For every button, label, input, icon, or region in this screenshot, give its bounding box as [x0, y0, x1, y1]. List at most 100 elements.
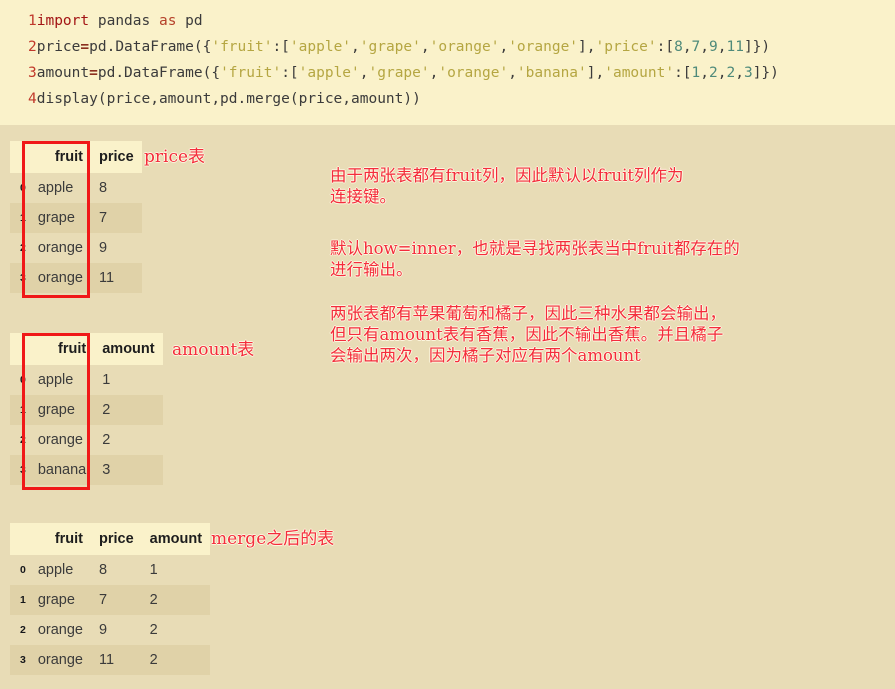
cell-price: 7 — [99, 592, 108, 608]
index-column-header — [10, 333, 30, 365]
code-token: pandas — [89, 13, 159, 29]
cell-price: 9 — [99, 622, 108, 638]
code-token: , — [700, 65, 710, 81]
code-line: 4display(price,amount,pd.merge(price,amo… — [0, 86, 895, 112]
row-index: 3 — [20, 272, 26, 284]
table-row: 3 orange 11 — [10, 263, 142, 293]
code-token: 'fruit' — [220, 65, 282, 81]
merge-dataframe: fruit price amount 0 apple 8 1 1 grape 7 2 2 orange 9… — [10, 523, 211, 675]
cell-fruit: grape — [37, 402, 75, 418]
column-header-fruit: fruit — [29, 141, 91, 173]
cell-fruit: apple — [37, 562, 74, 578]
code-token: 2 — [726, 65, 736, 81]
table-row: 3 banana 3 — [10, 455, 163, 485]
code-line: 2price=pd.DataFrame({'fruit':['apple','g… — [0, 34, 895, 60]
row-index: 3 — [20, 464, 26, 476]
code-token: price — [36, 39, 81, 55]
cell-amount: 1 — [149, 562, 158, 578]
code-token: = — [89, 65, 98, 81]
table-header-row: fruit price — [10, 141, 142, 173]
code-line-number: 1 — [28, 13, 37, 29]
column-header-price: price — [91, 141, 142, 173]
column-header-amount: amount — [94, 333, 163, 365]
table-row: 0 apple 8 1 — [10, 555, 211, 585]
annotation-how-inner: 默认how=inner，也就是寻找两张表当中fruit都存在的 进行输出。 — [330, 239, 740, 279]
merge-table-label: merge之后的表 — [211, 529, 335, 549]
cell-fruit: apple — [37, 372, 74, 388]
index-column-header — [10, 523, 30, 555]
row-index: 1 — [20, 404, 26, 416]
cell-price: 11 — [99, 652, 115, 668]
table-header-row: fruit price amount — [10, 523, 211, 555]
code-token: 2 — [709, 65, 718, 81]
row-index: 2 — [20, 624, 26, 636]
code-token: amount — [36, 65, 90, 81]
code-block[interactable]: 1import pandas as pd 2price=pd.DataFrame(… — [0, 0, 895, 125]
code-token: 'orange' — [438, 65, 509, 81]
row-index: 2 — [20, 242, 26, 254]
code-token: 'price' — [595, 39, 657, 55]
row-index: 1 — [20, 594, 26, 606]
cell-price: 11 — [99, 270, 115, 286]
code-token: ]}) — [752, 65, 779, 81]
code-token: 'grape' — [368, 65, 430, 81]
cell-amount: 1 — [102, 372, 111, 388]
price-dataframe: fruit price 0 apple 8 1 grape 7 2 orange 9 3 orange 1… — [10, 141, 142, 293]
price-table-label: price表 — [144, 147, 206, 167]
code-token: ]}) — [743, 39, 771, 55]
amount-dataframe: fruit amount 0 apple 1 1 grape 2 2 orange 2 3 banana… — [10, 333, 163, 485]
cell-price: 8 — [99, 180, 108, 196]
table-row: 2 orange 9 — [10, 233, 142, 263]
code-token: , — [682, 39, 692, 55]
code-token: ], — [578, 39, 596, 55]
cell-amount: 2 — [149, 652, 158, 668]
cell-amount: 2 — [102, 432, 111, 448]
table-row: 0 apple 8 — [10, 173, 142, 203]
cell-fruit: orange — [37, 622, 83, 638]
merge-table: fruit price amount 0 apple 8 1 1 grape 7 2 2 orange 9… — [10, 523, 211, 675]
code-token: 'apple' — [289, 39, 352, 55]
table-row: 2 orange 9 2 — [10, 615, 211, 645]
code-token: , — [351, 39, 360, 55]
code-token: 'amount' — [604, 65, 675, 81]
amount-table-label: amount表 — [172, 340, 255, 360]
code-token: 'grape' — [359, 39, 421, 55]
cell-amount: 2 — [149, 592, 158, 608]
code-token: :[ — [272, 39, 290, 55]
column-header-fruit: fruit — [29, 523, 91, 555]
code-token: = — [80, 39, 90, 55]
cell-fruit: orange — [37, 652, 83, 668]
cell-price: 9 — [99, 240, 108, 256]
row-index: 0 — [20, 564, 26, 576]
code-token: 7 — [691, 39, 701, 55]
table-row: 1 grape 7 2 — [10, 585, 211, 615]
cell-fruit: grape — [37, 592, 75, 608]
code-token: 'orange' — [429, 39, 500, 55]
code-token: 9 — [709, 39, 718, 55]
code-token: pd — [176, 13, 203, 29]
code-token: , — [420, 39, 430, 55]
code-token: , — [499, 39, 509, 55]
annotation-join-key: 由于两张表都有fruit列，因此默认以fruit列作为 连接键。 — [330, 166, 684, 206]
price-table: fruit price 0 apple 8 1 grape 7 2 orange 9 3 orange 1… — [10, 141, 142, 293]
code-token: 'fruit' — [211, 39, 273, 55]
table-row: 2 orange 2 — [10, 425, 163, 455]
code-token: 'banana' — [516, 65, 587, 81]
code-token: ], — [586, 65, 605, 81]
code-line-number: 3 — [28, 65, 37, 81]
column-header-amount: amount — [141, 523, 211, 555]
cell-amount: 2 — [149, 622, 158, 638]
annotation-result-explanation: 两张表都有苹果葡萄和橘子，因此三种水果都会输出， 但只有amount表有香蕉，因… — [330, 304, 726, 365]
code-token: as — [158, 13, 177, 29]
code-token: pd.DataFrame({ — [97, 65, 221, 81]
cell-fruit: grape — [37, 210, 75, 226]
code-token: 11 — [726, 39, 744, 55]
code-token: 'apple' — [298, 65, 360, 81]
column-header-fruit: fruit — [29, 333, 95, 365]
cell-price: 7 — [99, 210, 108, 226]
code-line: 1import pandas as pd — [0, 8, 895, 34]
row-index: 1 — [20, 212, 26, 224]
code-token: 8 — [674, 39, 683, 55]
cell-amount: 2 — [102, 402, 111, 418]
code-token: 'orange' — [508, 39, 579, 55]
